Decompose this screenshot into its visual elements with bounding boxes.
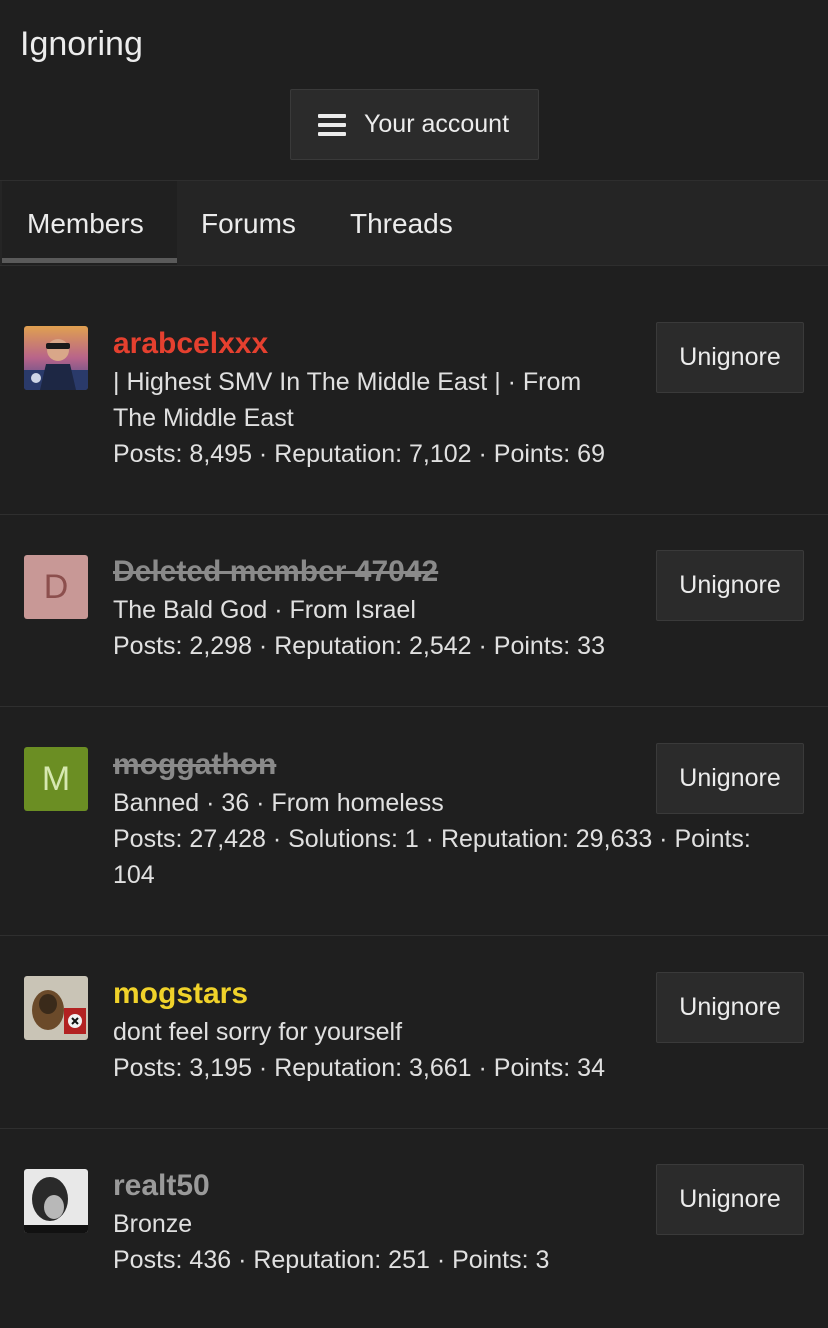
avatar[interactable] — [24, 326, 88, 390]
your-account-button[interactable]: Your account — [290, 89, 539, 160]
member-stats: Posts: 3,195 · Reputation: 3,661 · Point… — [113, 1054, 605, 1082]
unignore-button[interactable]: Unignore — [656, 322, 804, 393]
active-tab-indicator — [2, 258, 177, 263]
ignoring-page: Ignoring Your account Members Forums Thr… — [0, 0, 828, 1328]
member-stats-continued: 104 — [113, 861, 155, 889]
tab-forums[interactable]: Forums — [201, 181, 296, 265]
avatar[interactable]: D — [24, 555, 88, 619]
unignore-button[interactable]: Unignore — [656, 743, 804, 814]
avatar-photo-icon — [24, 326, 88, 390]
member-row-moggathon: M moggathon Banned · 36 · From homeless … — [0, 707, 828, 936]
avatar-photo-icon — [24, 976, 88, 1040]
tab-threads[interactable]: Threads — [350, 181, 453, 265]
member-location: The Middle East — [113, 404, 294, 432]
member-stats: Posts: 2,298 · Reputation: 2,542 · Point… — [113, 632, 605, 660]
member-stats: Posts: 8,495 · Reputation: 7,102 · Point… — [113, 440, 605, 468]
member-row-arabcelxxx: arabcelxxx | Highest SMV In The Middle E… — [0, 290, 828, 515]
menu-icon — [318, 113, 346, 136]
member-stats: Posts: 27,428 · Solutions: 1 · Reputatio… — [113, 825, 751, 853]
member-stats: Posts: 436 · Reputation: 251 · Points: 3 — [113, 1246, 550, 1274]
member-row-deleted-member: D Deleted member 47042 The Bald God · Fr… — [0, 515, 828, 707]
avatar[interactable] — [24, 976, 88, 1040]
tab-members[interactable]: Members — [2, 181, 177, 265]
avatar[interactable] — [24, 1169, 88, 1233]
unignore-button[interactable]: Unignore — [656, 972, 804, 1043]
tabs-bar: Members Forums Threads — [0, 180, 828, 266]
member-row-realt50: realt50 Bronze Posts: 436 · Reputation: … — [0, 1129, 828, 1328]
avatar[interactable]: M — [24, 747, 88, 811]
page-title: Ignoring — [20, 25, 143, 63]
unignore-button[interactable]: Unignore — [656, 1164, 804, 1235]
avatar-photo-icon — [24, 1169, 88, 1233]
your-account-label: Your account — [364, 110, 510, 138]
unignore-button[interactable]: Unignore — [656, 550, 804, 621]
member-row-mogstars: mogstars dont feel sorry for yourself Po… — [0, 936, 828, 1129]
